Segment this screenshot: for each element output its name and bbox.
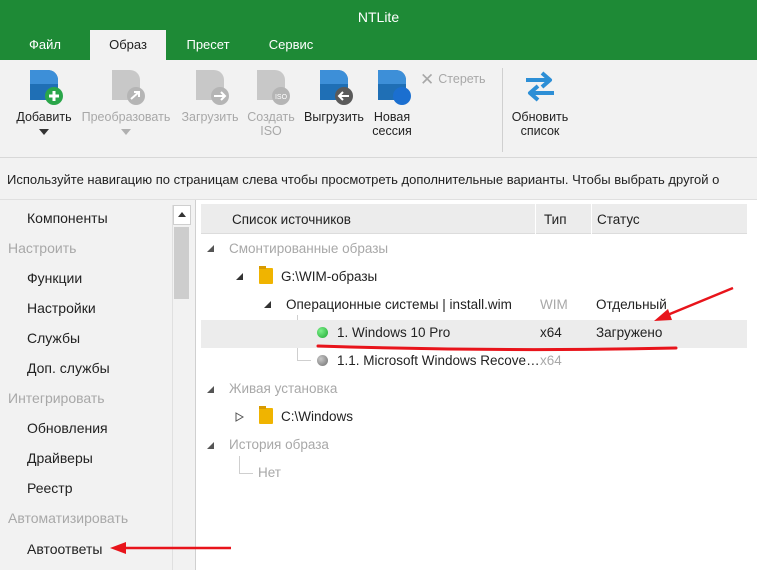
title-bar: NTLite (0, 0, 757, 30)
sidebar-group-automate: Автоматизировать (8, 510, 129, 526)
group-live-install: Живая установка (229, 381, 338, 396)
tree-item-wim-folder[interactable]: G:\WIM-образы (281, 269, 377, 284)
tab-file[interactable]: Файл (14, 30, 76, 60)
column-type[interactable]: Тип (544, 212, 567, 227)
chevron-down-icon (39, 129, 49, 135)
status-loaded-icon (317, 327, 328, 338)
sidebar-item-features[interactable]: Функции (27, 270, 82, 286)
status-unloaded-icon (317, 355, 328, 366)
sidebar-item-unattended[interactable]: Автоответы (27, 541, 102, 557)
folder-icon (259, 406, 273, 424)
sidebar-item-drivers[interactable]: Драйверы (27, 450, 93, 466)
sidebar-item-services[interactable]: Службы (27, 330, 80, 346)
tree-connector (297, 360, 311, 361)
edition-2-type: x64 (540, 353, 562, 368)
sidebar-item-components[interactable]: Компоненты (27, 210, 108, 226)
sidebar-scrollbar[interactable] (172, 205, 191, 570)
refresh-icon (526, 71, 554, 102)
sidebar-item-extra-services[interactable]: Доп. службы (27, 360, 110, 376)
new-session-label-1: Новая (373, 110, 411, 124)
add-image-icon (30, 70, 63, 105)
install-wim-type: WIM (540, 297, 568, 312)
new-session-icon (378, 70, 411, 105)
folder-icon (259, 266, 273, 284)
ribbon-toolbar: Добавить Преобразовать Загрузить ISO Соз… (0, 60, 757, 158)
expand-toggle[interactable] (263, 300, 272, 309)
selected-row[interactable] (201, 320, 747, 348)
svg-text:ISO: ISO (275, 94, 288, 101)
chevron-down-icon (121, 129, 131, 135)
create-iso-button[interactable]: ISO Создать ISO (240, 66, 302, 138)
tab-image[interactable]: Образ (90, 30, 166, 60)
load-button[interactable]: Загрузить (176, 66, 244, 124)
create-iso-label-1: Создать (247, 110, 295, 124)
sidebar: Компоненты Настроить Функции Настройки С… (0, 200, 196, 570)
unload-button-label: Выгрузить (304, 110, 364, 124)
convert-button[interactable]: Преобразовать (78, 66, 174, 136)
collapse-toggle[interactable] (235, 412, 244, 422)
history-empty: Нет (258, 465, 281, 480)
tree-item-install-wim[interactable]: Операционные системы | install.wim (286, 297, 512, 312)
sidebar-group-integrate: Интегрировать (8, 390, 105, 406)
add-button-label: Добавить (16, 110, 72, 124)
tree-item-windows-folder[interactable]: C:\Windows (281, 409, 353, 424)
refresh-label-2: список (520, 124, 560, 138)
new-session-label-2: сессия (372, 124, 412, 138)
iso-icon: ISO (257, 70, 290, 105)
expand-toggle[interactable] (206, 385, 215, 394)
menu-bar: Файл Образ Пресет Сервис (0, 30, 757, 60)
convert-button-label: Преобразовать (81, 110, 171, 124)
load-button-label: Загрузить (181, 110, 239, 124)
ribbon-separator (502, 68, 503, 152)
unload-icon (320, 70, 353, 105)
scroll-thumb[interactable] (174, 227, 189, 299)
edition-1-type: x64 (540, 325, 562, 340)
refresh-label-1: Обновить (511, 110, 569, 124)
sidebar-item-settings[interactable]: Настройки (27, 300, 96, 316)
create-iso-label-2: ISO (260, 124, 282, 138)
column-divider (591, 204, 592, 234)
hint-text: Используйте навигацию по страницам слева… (0, 158, 757, 200)
column-status[interactable]: Статус (597, 212, 640, 227)
sidebar-group-configure: Настроить (8, 240, 77, 256)
tree-item-edition-2[interactable]: 1.1. Microsoft Windows Recove… (337, 353, 540, 368)
edition-1-status: Загружено (596, 325, 663, 340)
erase-label: Стереть (438, 72, 486, 86)
column-header: Список источников Тип Статус (201, 204, 747, 234)
column-divider (535, 204, 536, 234)
tree-connector (239, 473, 253, 474)
arrow-up-icon (178, 212, 186, 217)
group-mounted-images: Смонтированные образы (229, 241, 389, 256)
new-session-button[interactable]: Новая сессия (362, 66, 422, 138)
window-title: NTLite (357, 9, 400, 25)
sidebar-item-updates[interactable]: Обновления (27, 420, 108, 436)
convert-icon (112, 70, 145, 105)
install-wim-status: Отдельный (596, 297, 667, 312)
tree-item-edition-1[interactable]: 1. Windows 10 Pro (337, 325, 450, 340)
expand-toggle[interactable] (206, 244, 215, 253)
expand-toggle[interactable] (206, 441, 215, 450)
source-list-panel: Список источников Тип Статус Смонтирован… (197, 200, 757, 570)
column-source[interactable]: Список источников (232, 212, 351, 227)
refresh-list-button[interactable]: Обновить список (504, 66, 576, 138)
expand-toggle[interactable] (235, 272, 244, 281)
tree-connector (239, 456, 240, 474)
sidebar-item-registry[interactable]: Реестр (27, 480, 73, 496)
erase-button[interactable]: ✕ Стереть (420, 70, 486, 90)
tab-preset[interactable]: Пресет (176, 30, 240, 60)
tab-service[interactable]: Сервис (256, 30, 326, 60)
unload-button[interactable]: Выгрузить (298, 66, 370, 124)
add-button[interactable]: Добавить (8, 66, 80, 136)
group-image-history: История образа (229, 437, 329, 452)
load-icon (196, 70, 229, 105)
close-icon: ✕ (420, 70, 435, 89)
scroll-up-button[interactable] (173, 205, 191, 225)
